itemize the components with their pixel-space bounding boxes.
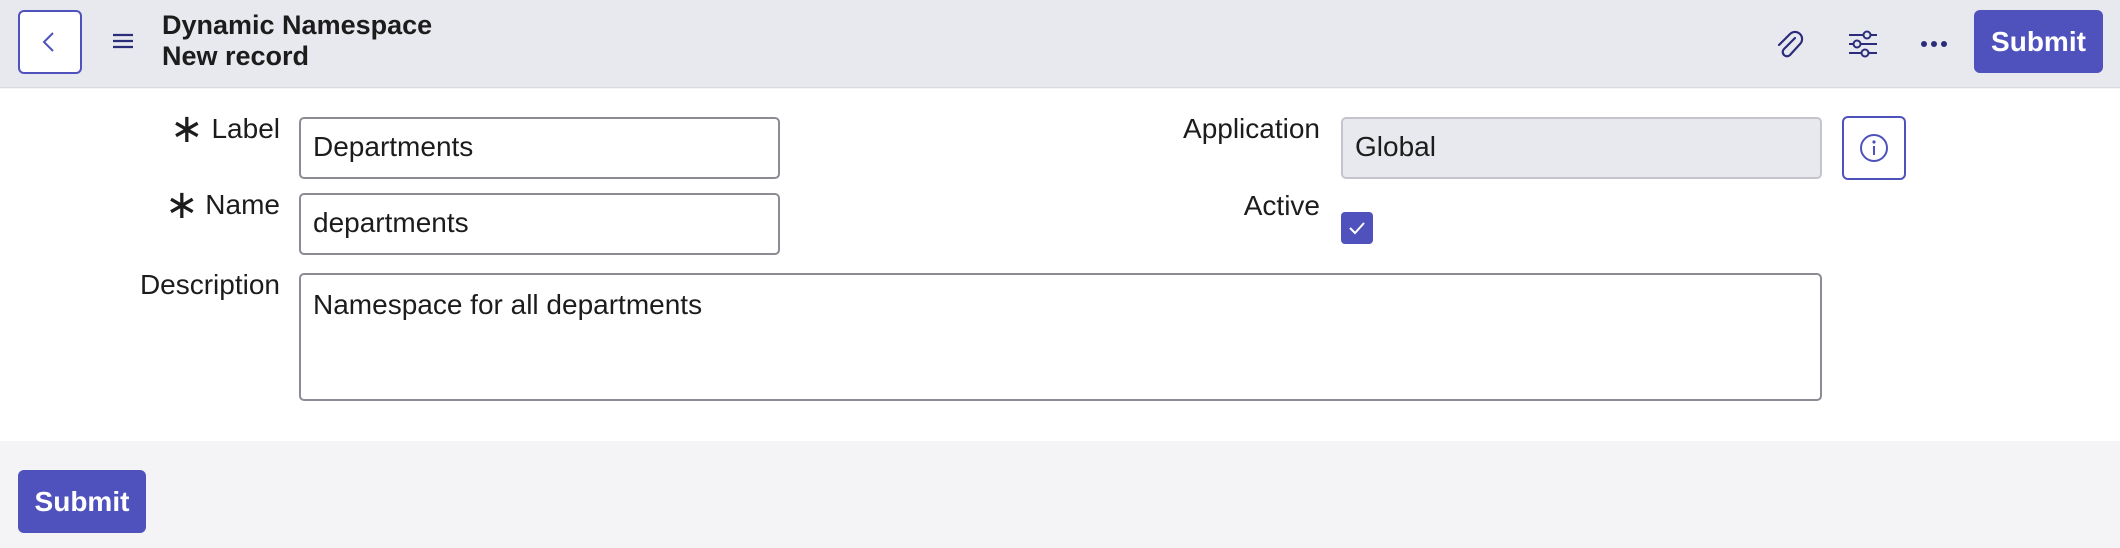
paperclip-icon [1777,30,1804,58]
personalize-form-button[interactable] [1843,24,1883,64]
required-marker: ∗ [165,183,199,227]
more-icon [1921,41,1947,47]
sliders-icon [1849,30,1877,58]
form-body: ∗ Label Departments ∗ Name departments D… [0,89,2120,441]
required-marker: ∗ [170,107,204,151]
back-button[interactable] [18,10,82,74]
description-textarea[interactable]: Namespace for all departments [299,273,1822,401]
page-subtitle: New record [162,41,310,71]
page-title: Dynamic Namespace [162,10,433,40]
name-field-label: Name [205,189,280,220]
info-icon [1860,134,1888,162]
chevron-left-icon [42,32,54,52]
application-input: Global [1341,117,1822,179]
menu-icon[interactable] [110,28,136,54]
checkmark-icon [1349,222,1365,235]
form-header: Dynamic Namespace New record Submit [0,0,2120,88]
page-title-block: Dynamic Namespace New record [162,10,432,72]
submit-button-top[interactable]: Submit [1974,10,2103,73]
active-field-label: Active [1243,190,1320,221]
attachment-button[interactable] [1769,24,1809,64]
label-input[interactable]: Departments [299,117,780,179]
active-checkbox[interactable] [1341,212,1373,244]
description-field-label: Description [139,269,280,300]
application-info-button[interactable] [1842,116,1906,180]
application-field-label: Application [1183,113,1320,144]
submit-button-bottom[interactable]: Submit [18,470,146,533]
name-input[interactable]: departments [299,193,780,255]
label-field-label: Label [211,113,280,144]
more-options-button[interactable] [1914,24,1954,64]
